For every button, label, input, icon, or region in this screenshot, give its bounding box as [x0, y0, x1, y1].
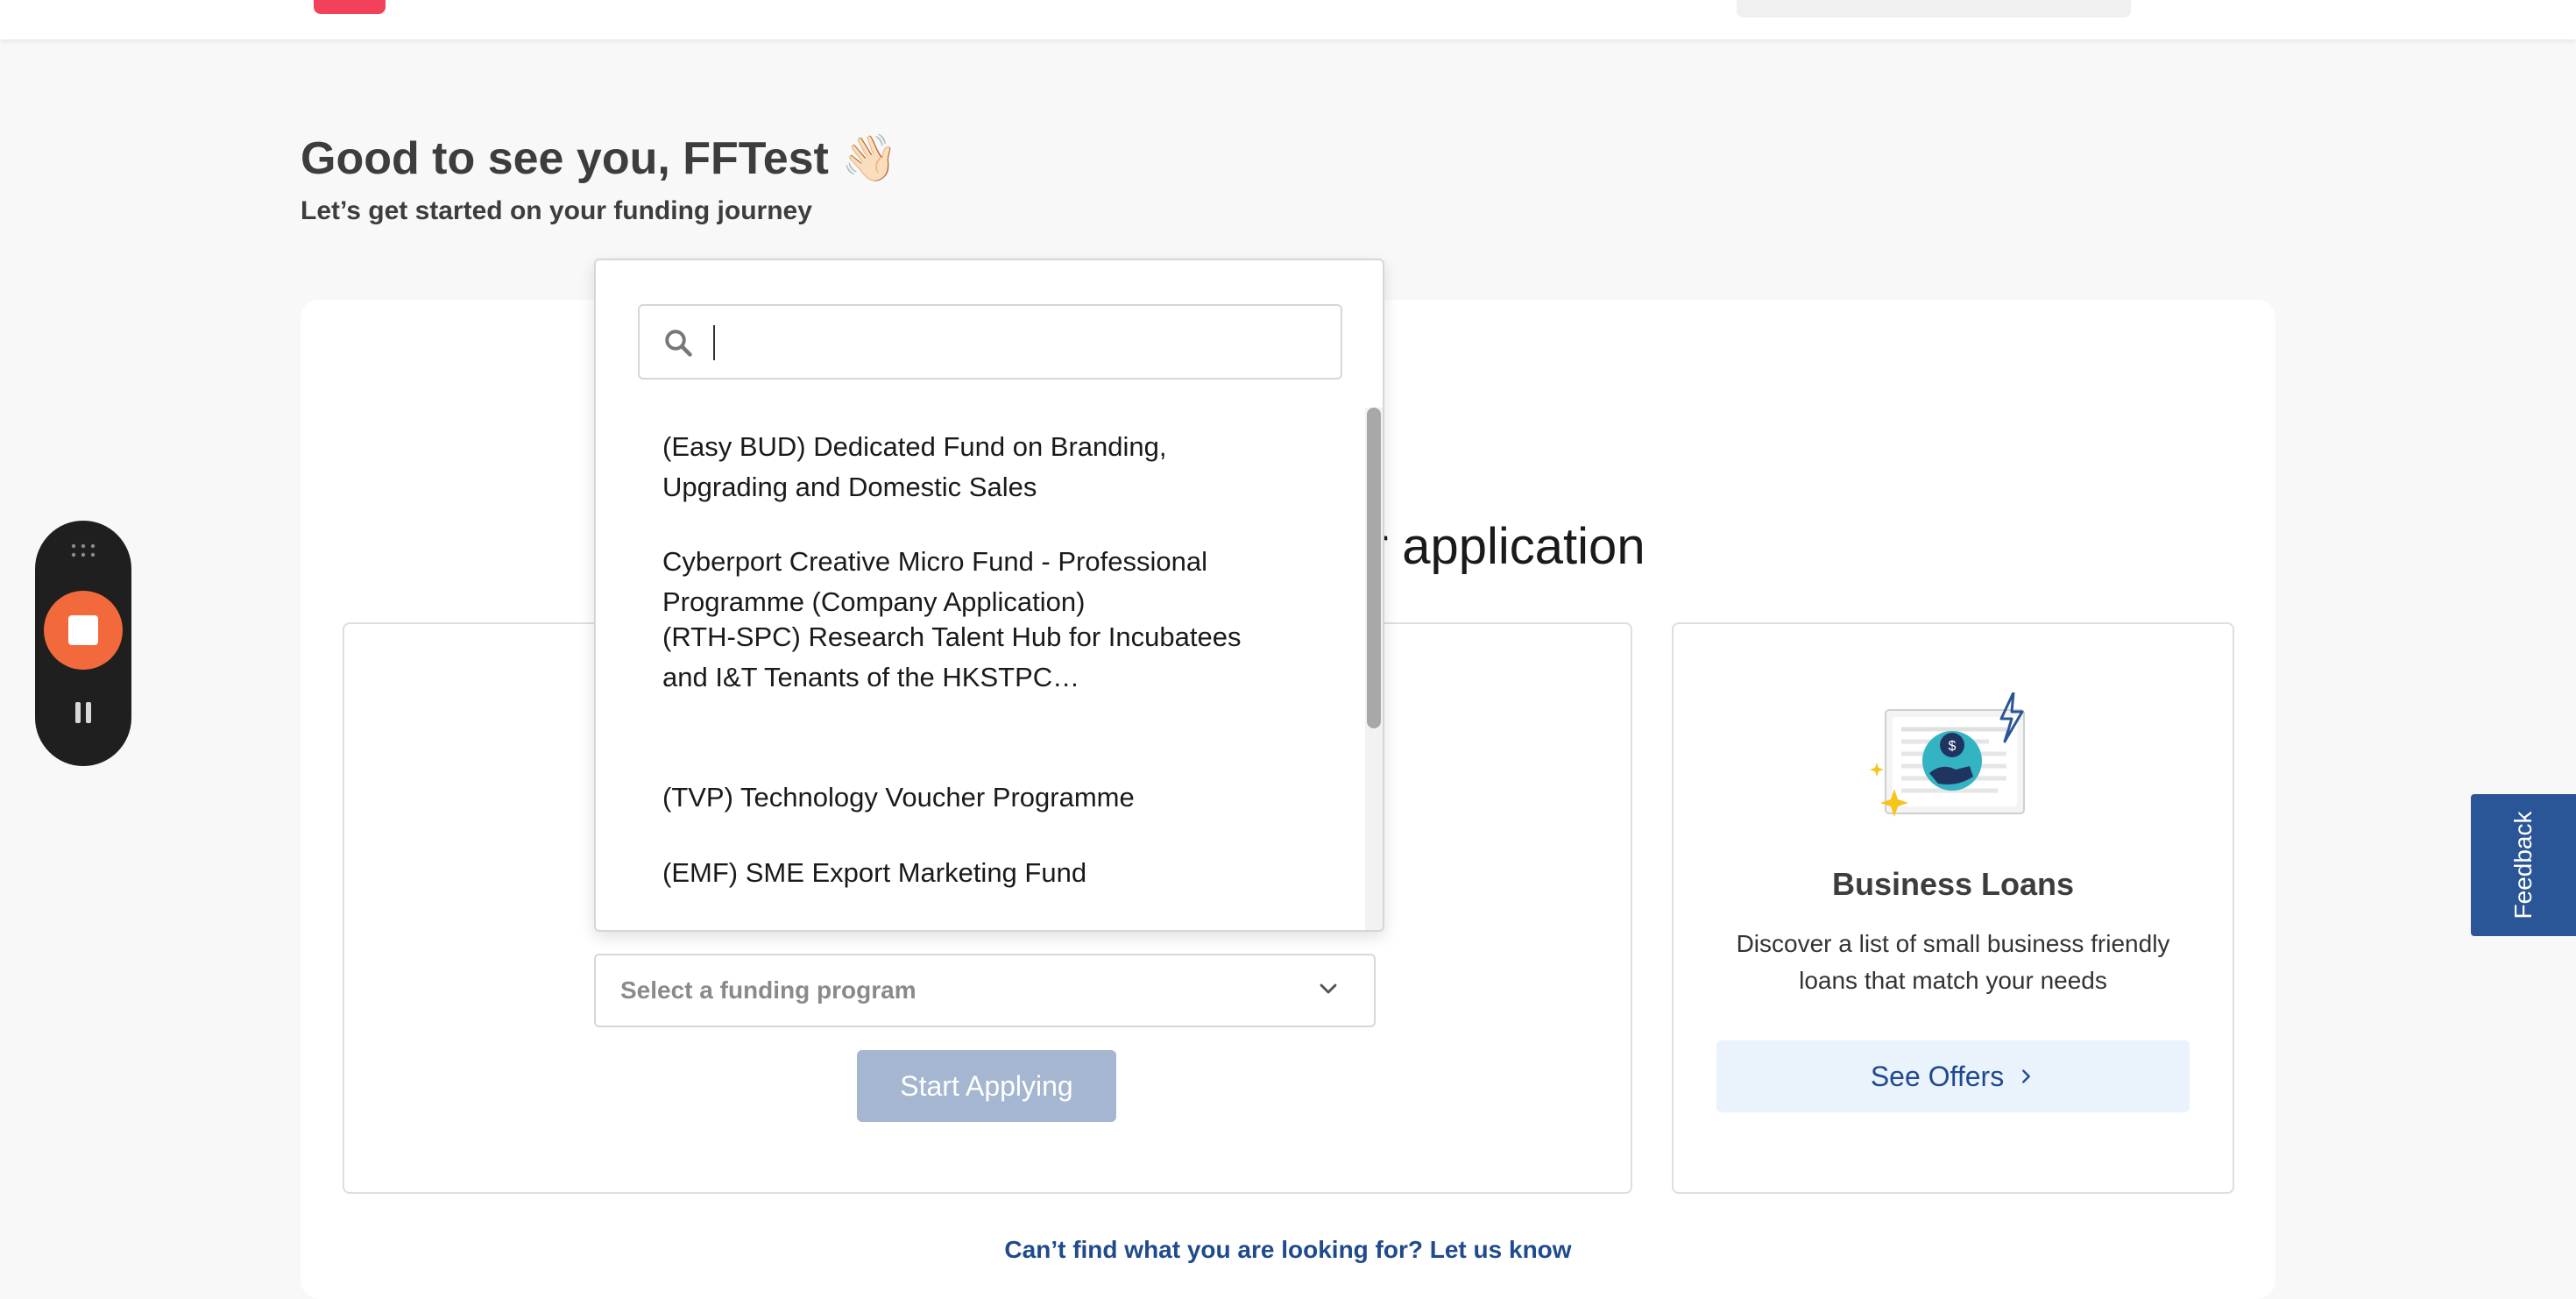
search-icon — [665, 330, 692, 357]
dropdown-option-label: (TVP) Technology Voucher Programme — [662, 782, 1135, 813]
dropdown-option-label: (EMF) SME Export Marketing Fund — [662, 857, 1087, 888]
chevron-down-icon — [1320, 983, 1337, 994]
chevron-right-icon — [2022, 1069, 2031, 1083]
recording-widget — [35, 521, 131, 766]
see-offers-label: See Offers — [1870, 1060, 2005, 1092]
dropdown-scrollbar-thumb[interactable] — [1367, 408, 1381, 728]
app-logo[interactable] — [314, 0, 386, 14]
dropdown-search-input[interactable] — [710, 315, 1327, 371]
funding-program-select[interactable]: Select a funding program — [594, 954, 1376, 1027]
greeting-subtitle: Let’s get started on your funding journe… — [301, 196, 812, 225]
stop-icon — [68, 615, 98, 645]
start-applying-button[interactable]: Start Applying — [857, 1050, 1116, 1122]
business-loans-description: Discover a list of small business friend… — [1736, 930, 2170, 994]
stop-recording-button[interactable] — [44, 591, 123, 670]
top-nav-bar — [0, 0, 2576, 39]
business-loans-title: Business Loans — [1831, 866, 2075, 902]
greeting-title: Good to see you, FFTest 👋🏻 — [301, 133, 899, 184]
see-offers-button[interactable]: See Offers — [1716, 1040, 2190, 1112]
dropdown-option[interactable]: (RTH-SPC) Research Talent Hub for Incuba… — [662, 617, 1276, 698]
dropdown-option[interactable]: (Easy BUD) Dedicated Fund on Branding, U… — [662, 427, 1276, 508]
pause-icon[interactable] — [70, 699, 96, 726]
dropdown-option-label: (RTH-SPC) Research Talent Hub for Incuba… — [662, 621, 1242, 692]
feedback-label: Feedback — [2509, 811, 2537, 919]
svg-text:$: $ — [1949, 739, 1957, 754]
funding-program-dropdown: (Easy BUD) Dedicated Fund on Branding, U… — [594, 259, 1384, 932]
business-loans-illustration: $ — [1870, 692, 2025, 817]
dropdown-option-label: (Easy BUD) Dedicated Fund on Branding, U… — [662, 431, 1167, 502]
dropdown-option[interactable]: (EMF) SME Export Marketing Fund — [662, 853, 1276, 893]
dropdown-search-box[interactable] — [638, 304, 1342, 380]
dropdown-option-label: Cyberport Creative Micro Fund - Professi… — [662, 546, 1207, 617]
account-menu[interactable] — [1737, 0, 2131, 18]
dropdown-option[interactable]: (TVP) Technology Voucher Programme — [662, 777, 1276, 818]
feedback-tab[interactable]: Feedback — [2471, 794, 2576, 936]
dropdown-option[interactable]: Cyberport Creative Micro Fund - Professi… — [662, 542, 1276, 622]
let-us-know-link[interactable]: Can’t find what you are looking for? Let… — [964, 1236, 1612, 1264]
drag-handle-icon[interactable] — [70, 542, 96, 559]
funding-program-placeholder: Select a funding program — [620, 976, 916, 1004]
